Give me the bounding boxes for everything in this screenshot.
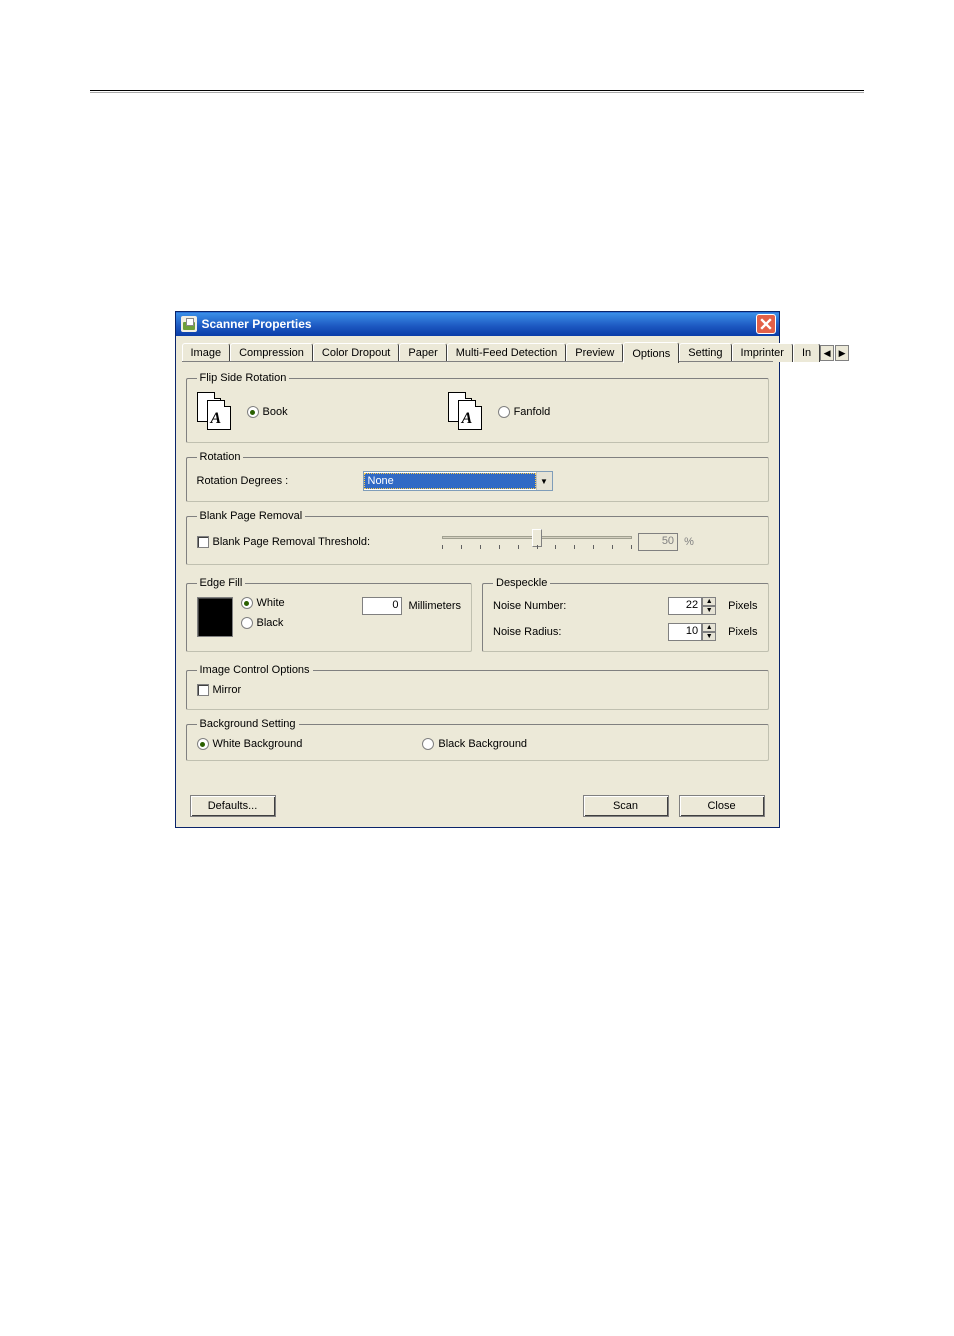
rotation-value: None (364, 473, 536, 489)
tab-scroll: ◀ ▶ (820, 345, 849, 362)
blank-page-value: 50 (638, 533, 678, 551)
close-icon[interactable] (756, 314, 776, 334)
tab-scroll-left[interactable]: ◀ (820, 345, 834, 361)
image-control-group: Image Control Options Mirror (186, 664, 769, 710)
spin-down-icon[interactable]: ▼ (702, 632, 716, 641)
mirror-checkbox[interactable]: Mirror (197, 684, 242, 696)
noise-radius-unit: Pixels (728, 626, 757, 638)
radio-bg-black[interactable]: Black Background (422, 738, 527, 750)
radio-edge-white-label: White (257, 597, 285, 609)
scan-button[interactable]: Scan (583, 795, 669, 817)
tab-multi-feed[interactable]: Multi-Feed Detection (447, 343, 567, 362)
despeckle-legend: Despeckle (493, 577, 550, 589)
noise-radius-spinner[interactable]: 10 ▲▼ (668, 623, 716, 641)
tab-preview[interactable]: Preview (566, 343, 623, 362)
defaults-button[interactable]: Defaults... (190, 795, 276, 817)
flip-side-rotation-legend: Flip Side Rotation (197, 372, 290, 384)
radio-bg-white-label: White Background (213, 738, 303, 750)
rotation-select[interactable]: None ▼ (363, 471, 553, 491)
scanner-properties-dialog: Scanner Properties Image Compression Col… (175, 311, 780, 828)
tab-overflow[interactable]: In (793, 343, 820, 362)
edge-fill-legend: Edge Fill (197, 577, 246, 589)
radio-bg-black-label: Black Background (438, 738, 527, 750)
tab-compression[interactable]: Compression (230, 343, 313, 362)
tab-image[interactable]: Image (182, 343, 231, 362)
app-icon (181, 316, 197, 332)
radio-book[interactable]: Book (247, 406, 288, 418)
radio-fanfold-label: Fanfold (514, 406, 551, 418)
radio-book-label: Book (263, 406, 288, 418)
tab-imprinter[interactable]: Imprinter (732, 343, 793, 362)
noise-number-value[interactable]: 22 (668, 597, 702, 615)
tab-setting[interactable]: Setting (679, 343, 731, 362)
blank-page-checkbox[interactable]: Blank Page Removal Threshold: (197, 536, 371, 548)
dialog-buttons: Defaults... Scan Close (176, 781, 779, 827)
edge-fill-group: Edge Fill White Black (186, 577, 473, 652)
flip-side-rotation-group: Flip Side Rotation A Book (186, 372, 769, 443)
tab-options[interactable]: Options (623, 342, 679, 363)
noise-number-label: Noise Number: (493, 600, 583, 612)
edge-fill-unit: Millimeters (408, 600, 461, 612)
tabstrip: Image Compression Color Dropout Paper Mu… (176, 336, 779, 362)
blank-page-slider[interactable] (442, 530, 632, 554)
noise-radius-value[interactable]: 10 (668, 623, 702, 641)
tab-scroll-right[interactable]: ▶ (835, 345, 849, 361)
radio-bg-white[interactable]: White Background (197, 738, 303, 750)
noise-radius-label: Noise Radius: (493, 626, 583, 638)
titlebar[interactable]: Scanner Properties (176, 312, 779, 336)
noise-number-unit: Pixels (728, 600, 757, 612)
noise-number-spinner[interactable]: 22 ▲▼ (668, 597, 716, 615)
page-divider (90, 90, 864, 91)
window-title: Scanner Properties (202, 317, 756, 331)
tab-paper[interactable]: Paper (399, 343, 446, 362)
image-control-legend: Image Control Options (197, 664, 313, 676)
chevron-down-icon[interactable]: ▼ (536, 472, 552, 490)
edge-fill-swatch (197, 597, 233, 637)
close-button[interactable]: Close (679, 795, 765, 817)
fanfold-icon: A (448, 392, 488, 432)
background-legend: Background Setting (197, 718, 299, 730)
spin-up-icon[interactable]: ▲ (702, 597, 716, 606)
rotation-group: Rotation Rotation Degrees : None ▼ (186, 451, 769, 502)
tab-color-dropout[interactable]: Color Dropout (313, 343, 399, 362)
radio-edge-black[interactable]: Black (241, 617, 285, 629)
radio-fanfold[interactable]: Fanfold (498, 406, 551, 418)
blank-page-unit: % (684, 536, 694, 548)
rotation-degrees-label: Rotation Degrees : (197, 475, 357, 487)
radio-edge-black-label: Black (257, 617, 284, 629)
blank-page-group: Blank Page Removal Blank Page Removal Th… (186, 510, 769, 565)
spin-down-icon[interactable]: ▼ (702, 606, 716, 615)
blank-page-legend: Blank Page Removal (197, 510, 306, 522)
rotation-legend: Rotation (197, 451, 244, 463)
spin-up-icon[interactable]: ▲ (702, 623, 716, 632)
edge-fill-value[interactable]: 0 (362, 597, 402, 615)
options-panel: Flip Side Rotation A Book (176, 362, 779, 781)
book-icon: A (197, 392, 237, 432)
background-group: Background Setting White Background Blac… (186, 718, 769, 761)
mirror-label: Mirror (213, 684, 242, 696)
radio-edge-white[interactable]: White (241, 597, 285, 609)
blank-page-checkbox-label: Blank Page Removal Threshold: (213, 536, 371, 548)
despeckle-group: Despeckle Noise Number: 22 ▲▼ Pixels Noi… (482, 577, 769, 652)
